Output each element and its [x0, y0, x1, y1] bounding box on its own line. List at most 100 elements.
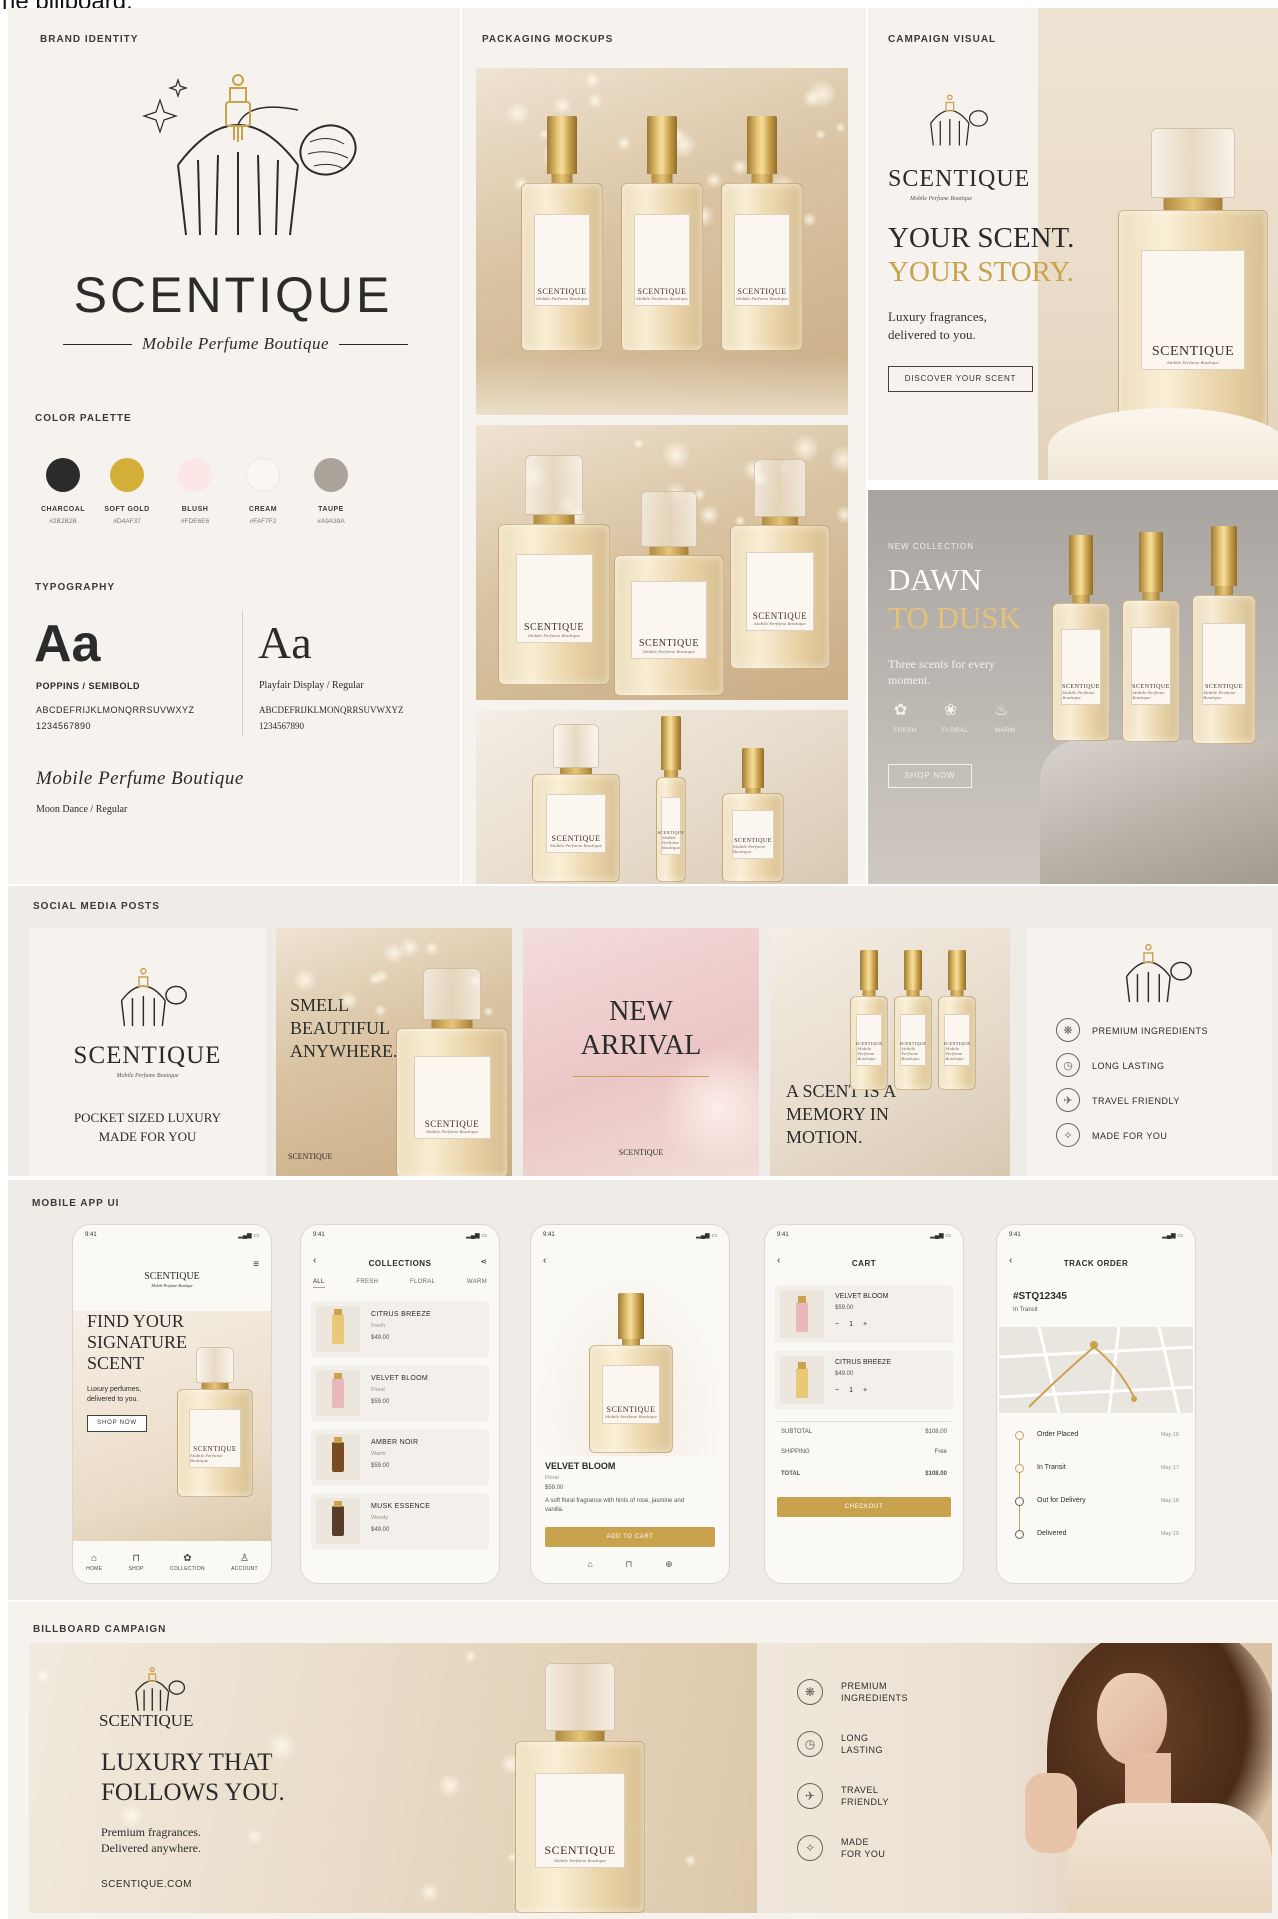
perfume-bottle: SCENTIQUE Mobile Perfume Boutique: [1052, 535, 1110, 741]
discover-your-scent-button[interactable]: DISCOVER YOUR SCENT: [888, 366, 1033, 392]
brand-identity-panel: BRAND IDENTITY SCENTIQUE Mobile Perfume …: [8, 8, 460, 884]
font-name-serif: Playfair Display / Regular: [259, 680, 364, 691]
bottle-label: SCENTIQUE Mobile Perfume Boutique: [602, 1365, 660, 1424]
bokeh-light: [36, 1669, 50, 1683]
billboard-feature-line1: PREMIUM: [841, 1681, 887, 1691]
bottle-label: SCENTIQUE Mobile Perfume Boutique: [631, 581, 707, 659]
step-label: In Transit: [1037, 1464, 1066, 1471]
filter-tab[interactable]: FLORAL: [410, 1279, 435, 1288]
signal-battery-icon: ▂▄▆ ▭: [238, 1233, 259, 1239]
script-font-sample: Mobile Perfume Boutique: [36, 768, 244, 789]
hamburger-menu-icon[interactable]: ≡: [253, 1259, 259, 1270]
step-label: Delivered: [1037, 1530, 1067, 1537]
nav-icon: ⌂: [91, 1552, 98, 1564]
bottle-label-brand: SCENTIQUE: [752, 611, 808, 621]
bag-icon[interactable]: ⊓: [625, 1559, 632, 1570]
logo-wordmark: SCENTIQUE: [73, 267, 393, 323]
timeline-line: [1019, 1435, 1020, 1533]
campaign-panel: CAMPAIGN VISUAL SCENTIQUE Mobile Perfume…: [868, 8, 1278, 480]
section-label-color-palette: COLOR PALETTE: [35, 413, 132, 424]
billboard-feature-line2: INGREDIENTS: [841, 1693, 909, 1703]
bottle-cap: [948, 950, 966, 990]
perfume-bottle: SCENTIQUE Mobile Perfume Boutique: [722, 748, 784, 882]
color-swatch-name: SOFT GOLD: [104, 506, 150, 513]
bottle-label-tagline: Mobile Perfume Boutique: [1132, 690, 1165, 700]
item-note: Woody: [371, 1515, 389, 1521]
checkout-button[interactable]: CHECKOUT: [777, 1497, 951, 1517]
bottle-cap: [1139, 532, 1163, 592]
typography-divider: [242, 610, 243, 736]
collection-title-2: TO DUSK: [888, 600, 1021, 635]
collection-list-item[interactable]: MUSK ESSENCE Woody $49.00: [311, 1493, 489, 1549]
filter-tab[interactable]: ALL: [313, 1279, 325, 1288]
share-icon[interactable]: ⋖: [480, 1257, 487, 1266]
cart-item-price: $49.00: [835, 1371, 854, 1377]
bottle-cap: [1069, 535, 1093, 595]
status-bar: 9:41 ▂▄▆ ▭: [765, 1225, 963, 1243]
bokeh-light: [553, 96, 572, 115]
bottle-neck: [1163, 198, 1223, 210]
lock-icon[interactable]: ⊕: [665, 1559, 673, 1570]
section-label-social: SOCIAL MEDIA POSTS: [33, 901, 160, 912]
bottle-label-tagline: Mobile Perfume Boutique: [528, 633, 580, 638]
increase-button[interactable]: +: [863, 1387, 867, 1394]
bottle-neck: [431, 1020, 473, 1028]
mini-bottle-cap: [334, 1309, 342, 1315]
bottle-label-tagline: Mobile Perfume Boutique: [857, 1046, 876, 1061]
social-post-memory: A SCENT IS A MEMORY IN MOTION. SCENTIQUE…: [770, 928, 1010, 1176]
bottle-cap: [553, 724, 599, 768]
delivery-map[interactable]: [999, 1327, 1193, 1413]
bottle-cap: [747, 116, 777, 174]
status-bar: 9:41 ▂▄▆ ▭: [73, 1225, 271, 1243]
collection-list-item[interactable]: VELVET BLOOM Floral $59.00: [311, 1365, 489, 1421]
bottom-nav-item[interactable]: ⌂ HOME: [86, 1553, 102, 1572]
bottle-label: SCENTIQUE Mobile Perfume Boutique: [189, 1409, 241, 1468]
billboard-url[interactable]: SCENTIQUE.COM: [101, 1879, 192, 1890]
bottle-body: SCENTIQUE Mobile Perfume Boutique: [515, 1741, 645, 1913]
bottom-nav-item[interactable]: ✿ COLLECTION: [170, 1553, 205, 1572]
collection-list-item[interactable]: CITRUS BREEZE Fresh $49.00: [311, 1301, 489, 1357]
perfume-bottle: SCENTIQUE Mobile Perfume Boutique: [1192, 526, 1256, 744]
bottle-neck: [649, 547, 689, 555]
bottom-nav-item[interactable]: ⊓ SHOP: [128, 1553, 143, 1572]
nav-icon: ♙: [240, 1552, 249, 1564]
bottle-label-tagline: Mobile Perfume Boutique: [945, 1046, 964, 1061]
billboard-feature-icon: ✧: [797, 1835, 823, 1861]
mini-bottle: [332, 1314, 344, 1344]
item-name: MUSK ESSENCE: [371, 1503, 431, 1510]
increase-button[interactable]: +: [863, 1321, 867, 1328]
post-arrival-title-2: ARRIVAL: [580, 1030, 702, 1061]
add-to-cart-button[interactable]: ADD TO CART: [545, 1527, 715, 1547]
collection-list-item[interactable]: AMBER NOIR Warm $59.00: [311, 1429, 489, 1485]
home-shop-now-button[interactable]: SHOP NOW: [87, 1415, 147, 1432]
phone-product-screen: 9:41 ▂▄▆ ▭ ‹ SCENTIQUE Mobile Perfume Bout…: [530, 1224, 730, 1584]
filter-tab[interactable]: FRESH: [356, 1279, 378, 1288]
packaging-photo-2: SCENTIQUE Mobile Perfume Boutique SCENTIQU…: [476, 425, 848, 700]
subtotal-value: $108.00: [925, 1429, 947, 1435]
perfume-atomizer-logo-icon: [120, 967, 187, 1027]
bottle-label-brand: SCENTIQUE: [523, 622, 585, 633]
quantity-stepper[interactable]: − 1 +: [835, 1321, 867, 1328]
bottle-label-tagline: Mobile Perfume Boutique: [1062, 690, 1095, 700]
bottle-neck: [555, 1731, 605, 1741]
decrease-button[interactable]: −: [835, 1387, 839, 1394]
section-label-brand-identity: BRAND IDENTITY: [40, 34, 139, 45]
feature-label: TRAVEL FRIENDLY: [1092, 1096, 1180, 1106]
signal-battery-icon: ▂▄▆ ▭: [696, 1233, 717, 1239]
mini-bottle: [332, 1506, 344, 1536]
mini-bottle-cap: [798, 1296, 806, 1303]
item-name: CITRUS BREEZE: [371, 1311, 431, 1318]
bottom-nav-item[interactable]: ♙ ACCOUNT: [231, 1553, 258, 1572]
bottle-label: SCENTIQUE Mobile Perfume Boutique: [1061, 629, 1101, 705]
item-name: AMBER NOIR: [371, 1439, 419, 1446]
filter-tab[interactable]: WARM: [467, 1279, 487, 1288]
quantity-stepper[interactable]: − 1 +: [835, 1387, 867, 1394]
shop-now-button[interactable]: SHOP NOW: [888, 764, 972, 788]
home-icon[interactable]: ⌂: [587, 1559, 592, 1570]
product-bottom-icons: ⌂ ⊓ ⊕: [571, 1559, 689, 1570]
home-tagline: Mobile Perfume Boutique: [151, 1283, 193, 1288]
back-arrow-icon[interactable]: ‹: [543, 1255, 546, 1266]
mini-bottle-cap: [798, 1362, 806, 1369]
decrease-button[interactable]: −: [835, 1321, 839, 1328]
section-label-mobile: MOBILE APP UI: [32, 1198, 120, 1209]
